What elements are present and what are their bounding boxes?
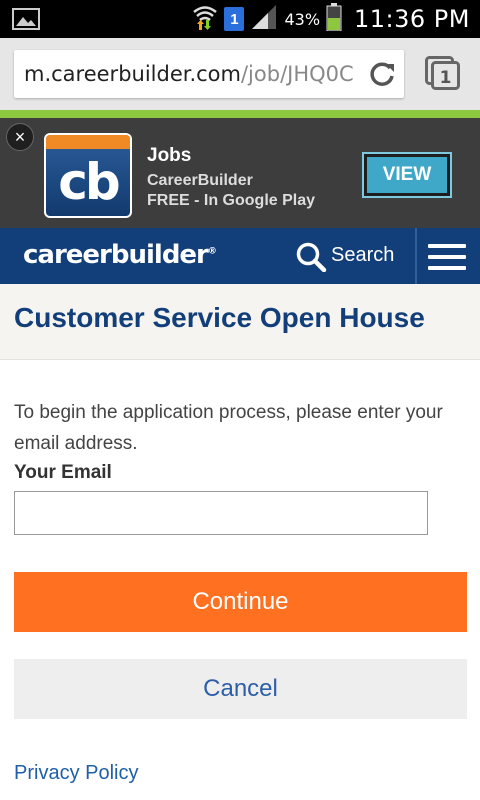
email-field[interactable] <box>14 491 428 535</box>
app-install-banner: × cb Jobs CareerBuilder FREE - In Google… <box>0 118 480 228</box>
status-icons: 1 43% 11:36 PM <box>192 0 470 38</box>
hamburger-menu-icon[interactable] <box>428 244 466 270</box>
tabs-icon[interactable]: 1 <box>425 56 461 95</box>
banner-price: FREE - In Google Play <box>147 192 316 209</box>
site-header: careerbuilder® Search <box>0 228 480 284</box>
sim-icon: 1 <box>224 7 245 31</box>
address-bar[interactable]: m.careerbuilder.com/job/JHQ0C <box>14 50 404 98</box>
close-icon[interactable]: × <box>6 123 34 151</box>
clock: 11:36 PM <box>354 5 470 33</box>
url-domain: m.careerbuilder.com <box>24 62 241 86</box>
battery-icon <box>326 2 342 36</box>
careerbuilder-logo[interactable]: careerbuilder® <box>23 240 217 270</box>
app-icon-text: cb <box>58 153 120 211</box>
battery-percent: 43% <box>284 9 321 29</box>
app-icon-stripe <box>46 135 130 149</box>
browser-toolbar: m.careerbuilder.com/job/JHQ0C 1 <box>0 38 480 110</box>
logo-text: careerbuilder <box>23 240 209 270</box>
privacy-policy-link[interactable]: Privacy Policy <box>14 762 138 785</box>
cancel-button[interactable]: Cancel <box>14 659 467 719</box>
signal-icon <box>250 4 278 34</box>
banner-app-title: Jobs <box>147 145 192 166</box>
tab-count: 1 <box>440 68 452 88</box>
url-path: /job/JHQ0C <box>240 62 354 86</box>
reload-icon[interactable] <box>368 60 396 93</box>
app-logo-icon[interactable]: cb <box>44 133 132 218</box>
page-load-indicator <box>0 110 480 118</box>
nav-divider <box>415 228 417 284</box>
email-label: Your Email <box>14 462 112 483</box>
search-icon[interactable] <box>296 242 328 277</box>
registered-mark: ® <box>207 246 217 257</box>
search-button[interactable]: Search <box>331 244 394 267</box>
url-text[interactable]: m.careerbuilder.com/job/JHQ0C <box>24 62 364 86</box>
banner-publisher: CareerBuilder <box>147 172 253 189</box>
instructions-text: To begin the application process, please… <box>14 402 443 454</box>
gallery-notification-icon <box>12 8 40 35</box>
view-button[interactable]: VIEW <box>362 152 452 198</box>
wifi-icon <box>192 3 218 36</box>
status-bar: 1 43% 11:36 PM <box>0 0 480 38</box>
job-title-section: Customer Service Open House <box>0 284 480 360</box>
continue-button[interactable]: Continue <box>14 572 467 632</box>
page-title: Customer Service Open House <box>14 302 425 333</box>
